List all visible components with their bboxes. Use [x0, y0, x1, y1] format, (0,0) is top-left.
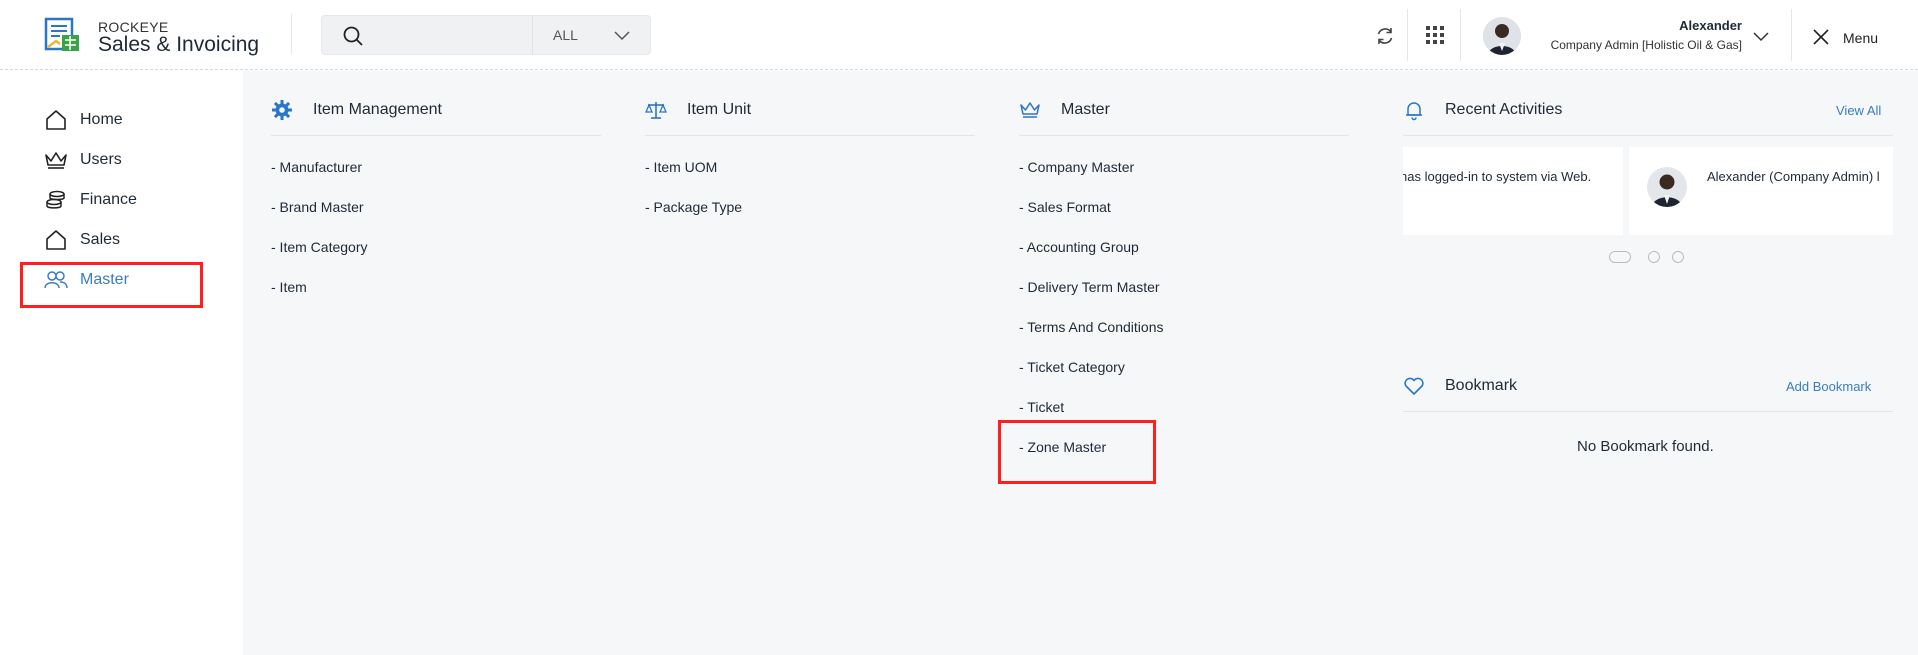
- menu-link-item-category[interactable]: - Item Category: [271, 239, 367, 255]
- empty-bookmark-message: No Bookmark found.: [1577, 438, 1714, 455]
- menu-link-accounting-group[interactable]: - Accounting Group: [1019, 239, 1139, 255]
- sidebar-item-label: Finance: [80, 191, 137, 208]
- user-role: Company Admin [Holistic Oil & Gas]: [1550, 38, 1742, 52]
- menu-link-item-uom[interactable]: - Item UOM: [645, 159, 717, 175]
- gear-icon: [272, 100, 292, 120]
- user-avatar[interactable]: [1483, 17, 1521, 55]
- sidebar-item-label: Sales: [80, 231, 121, 248]
- house-icon: [46, 230, 66, 250]
- heart-icon: [1404, 377, 1424, 395]
- menu-link-delivery-term-master[interactable]: - Delivery Term Master: [1019, 279, 1160, 295]
- chevron-down-icon: [614, 31, 630, 41]
- search-filter-value: ALL: [553, 27, 578, 43]
- header-divider: [1460, 9, 1461, 61]
- top-header: ROCKEYE Sales & Invoicing ALL Alexander …: [0, 0, 1918, 70]
- search-icon[interactable]: [342, 25, 364, 47]
- sidebar-item-label: Users: [80, 151, 122, 168]
- activity-avatar: [1647, 167, 1687, 207]
- activity-text: has logged-in to system via Web.: [1403, 169, 1592, 184]
- menu-link-item[interactable]: - Item: [271, 279, 307, 295]
- column-title: Item Management: [313, 101, 442, 118]
- brand-title: Sales & Invoicing: [98, 33, 260, 56]
- crown-icon: [1020, 102, 1040, 118]
- menu-link-ticket-category[interactable]: - Ticket Category: [1019, 359, 1125, 375]
- refresh-icon[interactable]: [1374, 25, 1396, 47]
- column-title: Item Unit: [687, 101, 752, 118]
- apps-grid-icon[interactable]: [1424, 24, 1446, 46]
- home-icon: [46, 110, 66, 130]
- activity-card: Alexander (Company Admin) l: [1629, 147, 1893, 235]
- recent-divider: [1403, 135, 1893, 136]
- scale-icon: [645, 102, 667, 119]
- bookmark-divider: [1403, 411, 1893, 412]
- sidebar: Home Users Finance Sales Master: [0, 71, 243, 655]
- column-title: Master: [1061, 101, 1110, 118]
- close-icon[interactable]: [1812, 28, 1830, 46]
- menu-link-manufacturer[interactable]: - Manufacturer: [271, 159, 362, 175]
- activity-card: has logged-in to system via Web.: [1403, 147, 1623, 235]
- highlight-box: [998, 420, 1156, 484]
- app-logo-icon[interactable]: [44, 17, 82, 53]
- chevron-down-icon[interactable]: [1752, 29, 1770, 43]
- bell-icon: [1406, 102, 1422, 121]
- carousel-dot[interactable]: [1648, 251, 1660, 263]
- column-divider: [645, 135, 975, 136]
- sidebar-item-sales[interactable]: Sales: [44, 225, 224, 255]
- sidebar-item-finance[interactable]: Finance: [44, 185, 224, 215]
- menu-link-terms-and-conditions[interactable]: - Terms And Conditions: [1019, 319, 1163, 335]
- menu-link-brand-master[interactable]: - Brand Master: [271, 199, 364, 215]
- highlight-box: [20, 262, 203, 308]
- add-bookmark-link[interactable]: Add Bookmark: [1786, 379, 1871, 394]
- menu-panel: Item Management - Manufacturer - Brand M…: [243, 71, 1918, 655]
- recent-activities-title: Recent Activities: [1445, 101, 1563, 118]
- carousel-dot[interactable]: [1609, 251, 1631, 263]
- menu-link-package-type[interactable]: - Package Type: [645, 199, 742, 215]
- global-search: ALL: [321, 15, 651, 55]
- menu-link-ticket[interactable]: - Ticket: [1019, 399, 1064, 415]
- header-divider: [1407, 9, 1408, 61]
- crown-icon: [45, 152, 67, 169]
- sidebar-item-label: Home: [80, 111, 123, 128]
- activity-text: Alexander (Company Admin) l: [1707, 169, 1880, 184]
- menu-link-company-master[interactable]: - Company Master: [1019, 159, 1134, 175]
- sidebar-item-home[interactable]: Home: [44, 105, 224, 135]
- coins-icon: [46, 190, 65, 209]
- column-divider: [271, 135, 601, 136]
- user-name: Alexander: [1679, 18, 1742, 33]
- carousel-dot[interactable]: [1672, 251, 1684, 263]
- activity-carousel[interactable]: has logged-in to system via Web. Alexand…: [1403, 147, 1893, 235]
- header-divider: [1791, 9, 1792, 61]
- column-divider: [1019, 135, 1349, 136]
- view-all-link[interactable]: View All: [1836, 103, 1881, 118]
- menu-toggle-label[interactable]: Menu: [1843, 30, 1878, 46]
- search-filter-dropdown[interactable]: ALL: [533, 16, 651, 54]
- sidebar-item-users[interactable]: Users: [44, 145, 224, 175]
- bookmark-title: Bookmark: [1445, 377, 1518, 394]
- brand-divider: [291, 14, 292, 54]
- menu-link-sales-format[interactable]: - Sales Format: [1019, 199, 1111, 215]
